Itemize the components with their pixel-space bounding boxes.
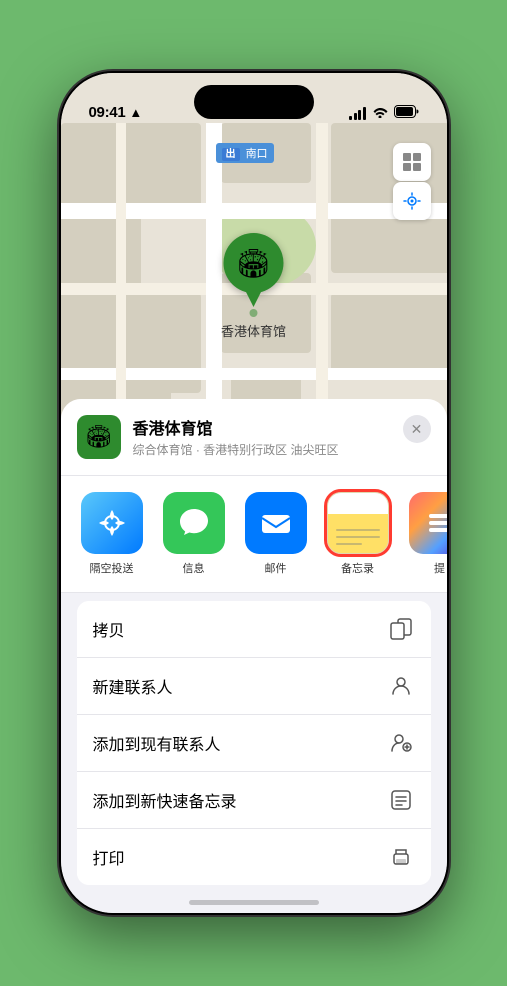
pin-shadow bbox=[249, 309, 257, 317]
share-item-notes[interactable]: 备忘录 bbox=[323, 492, 393, 576]
status-icons bbox=[349, 105, 419, 121]
action-add-existing[interactable]: 添加到现有联系人 bbox=[77, 715, 431, 772]
location-pin: 🏟 香港体育馆 bbox=[221, 233, 286, 340]
messages-icon bbox=[163, 492, 225, 554]
copy-icon bbox=[387, 615, 415, 643]
action-print[interactable]: 打印 bbox=[77, 829, 431, 885]
action-add-notes[interactable]: 添加到新快速备忘录 bbox=[77, 772, 431, 829]
phone-screen: 09:41 ▲ bbox=[61, 73, 447, 913]
dynamic-island bbox=[194, 85, 314, 119]
new-contact-icon bbox=[387, 672, 415, 700]
close-button[interactable]: ✕ bbox=[403, 415, 431, 443]
venue-icon: 🏟 bbox=[77, 415, 121, 459]
share-item-mail[interactable]: 邮件 bbox=[241, 492, 311, 576]
messages-label: 信息 bbox=[183, 560, 205, 576]
signal-bars-icon bbox=[349, 107, 366, 120]
map-view-toggle[interactable] bbox=[393, 143, 431, 181]
share-item-messages[interactable]: 信息 bbox=[159, 492, 229, 576]
pin-tail bbox=[245, 291, 261, 307]
action-list: 拷贝 新建联系人 bbox=[77, 601, 431, 885]
add-notes-icon bbox=[387, 786, 415, 814]
share-item-more[interactable]: 提 bbox=[405, 492, 447, 576]
location-icon: ▲ bbox=[129, 105, 142, 120]
phone-frame: 09:41 ▲ bbox=[59, 71, 449, 915]
add-notes-label: 添加到新快速备忘录 bbox=[93, 788, 237, 812]
more-icon bbox=[409, 492, 447, 554]
airdrop-icon bbox=[81, 492, 143, 554]
add-existing-icon bbox=[387, 729, 415, 757]
venue-subtitle: 综合体育馆 · 香港特别行政区 油尖旺区 bbox=[133, 441, 391, 458]
action-copy[interactable]: 拷贝 bbox=[77, 601, 431, 658]
more-label: 提 bbox=[434, 560, 445, 576]
new-contact-label: 新建联系人 bbox=[93, 674, 173, 698]
print-label: 打印 bbox=[93, 845, 125, 869]
status-time: 09:41 bbox=[89, 104, 126, 121]
airdrop-label: 隔空投送 bbox=[90, 560, 134, 576]
copy-label: 拷贝 bbox=[93, 617, 125, 641]
venue-info: 香港体育馆 综合体育馆 · 香港特别行政区 油尖旺区 bbox=[133, 415, 391, 458]
bottom-spacer bbox=[61, 885, 447, 913]
notes-label: 备忘录 bbox=[341, 560, 374, 576]
share-item-airdrop[interactable]: 隔空投送 bbox=[77, 492, 147, 576]
pin-icon: 🏟 bbox=[223, 233, 283, 293]
map-controls bbox=[393, 143, 431, 220]
battery-icon bbox=[394, 105, 419, 121]
map-label: 出 南口 bbox=[216, 143, 274, 163]
print-icon bbox=[387, 843, 415, 871]
venue-name: 香港体育馆 bbox=[133, 415, 391, 439]
share-row: 隔空投送 信息 bbox=[61, 476, 447, 593]
add-existing-label: 添加到现有联系人 bbox=[93, 731, 221, 755]
wifi-icon bbox=[372, 106, 388, 121]
home-indicator bbox=[189, 900, 319, 905]
location-button[interactable] bbox=[393, 182, 431, 220]
bottom-sheet: 🏟 香港体育馆 综合体育馆 · 香港特别行政区 油尖旺区 ✕ bbox=[61, 399, 447, 913]
notes-icon bbox=[327, 492, 389, 554]
mail-icon bbox=[245, 492, 307, 554]
action-new-contact[interactable]: 新建联系人 bbox=[77, 658, 431, 715]
mail-label: 邮件 bbox=[265, 560, 287, 576]
venue-card: 🏟 香港体育馆 综合体育馆 · 香港特别行政区 油尖旺区 ✕ bbox=[61, 399, 447, 476]
pin-label: 香港体育馆 bbox=[221, 321, 286, 340]
